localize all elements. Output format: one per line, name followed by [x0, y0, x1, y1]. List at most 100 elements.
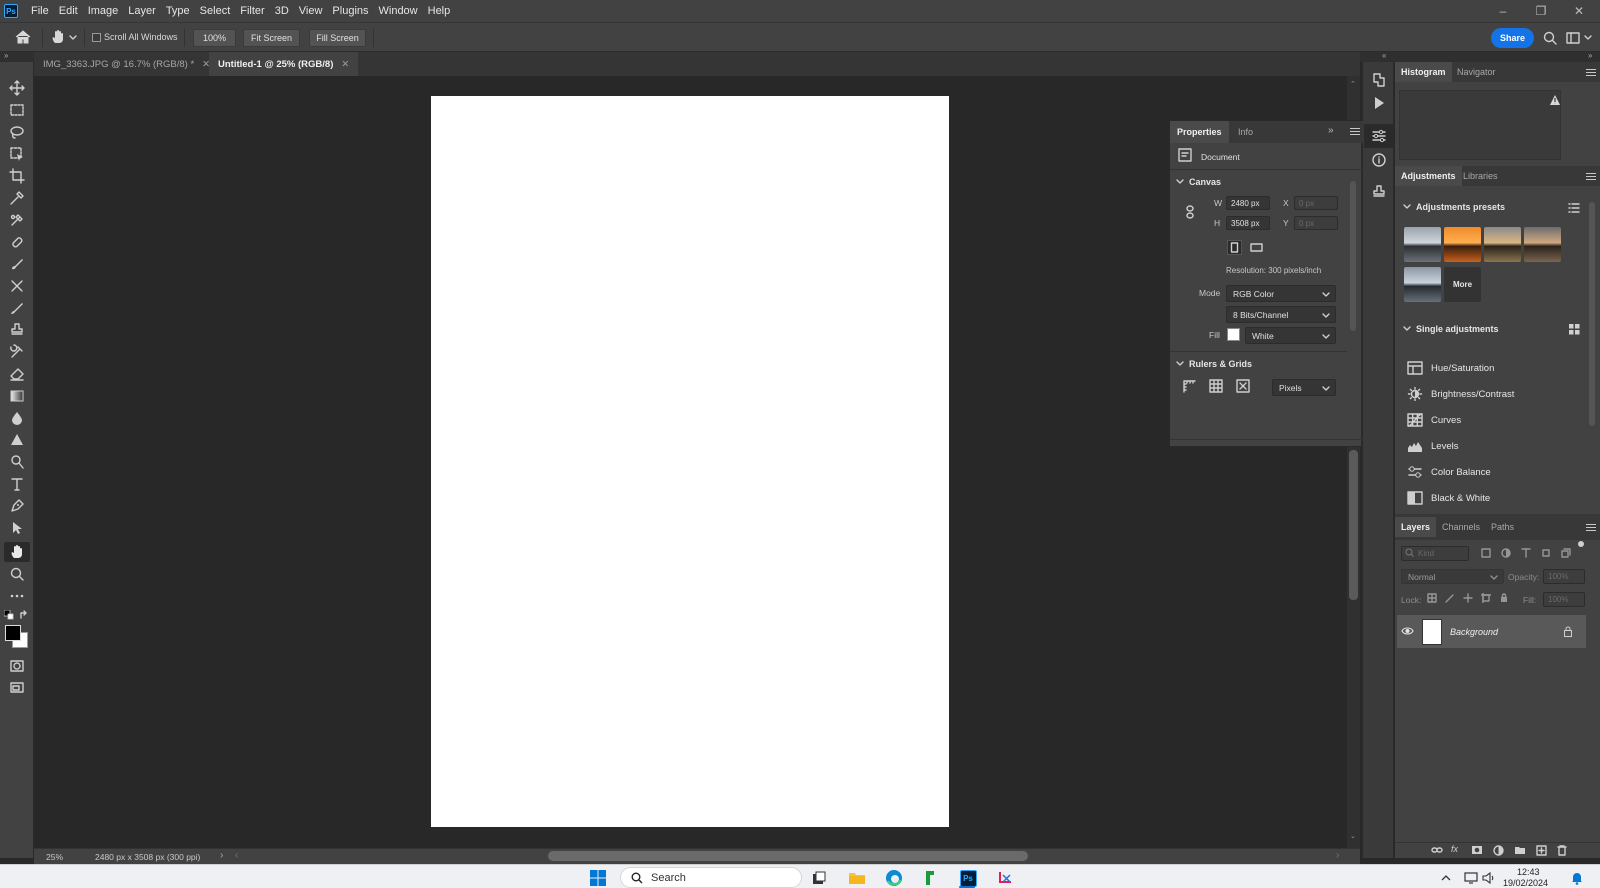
layer-visibility-icon[interactable]	[1401, 626, 1414, 636]
color-mode-select[interactable]: RGB Color	[1226, 285, 1336, 302]
brush-tool-icon[interactable]	[4, 254, 30, 274]
default-colors-icon[interactable]	[4, 610, 14, 620]
delete-layer-icon[interactable]	[1557, 845, 1567, 856]
grid-icon[interactable]	[1209, 379, 1223, 393]
minimize-icon[interactable]: –	[1484, 0, 1522, 22]
warning-icon[interactable]	[1549, 94, 1561, 106]
menu-3d[interactable]: 3D	[270, 0, 294, 22]
notifications-icon[interactable]	[1567, 868, 1587, 888]
scroll-all-windows-checkbox[interactable]	[92, 33, 101, 42]
menu-edit[interactable]: Edit	[54, 0, 83, 22]
tab-layers[interactable]: Layers	[1395, 517, 1437, 537]
collapse-dock-icon[interactable]: »	[1588, 51, 1592, 60]
gradient-tool-icon[interactable]	[4, 386, 30, 406]
zoom-100-button[interactable]: 100%	[193, 29, 236, 47]
lock-pixels-icon[interactable]	[1445, 593, 1455, 603]
actions-panel-icon[interactable]	[1371, 95, 1387, 111]
task-view-icon[interactable]	[809, 868, 829, 888]
menu-file[interactable]: File	[26, 0, 54, 22]
history-panel-icon[interactable]	[1371, 72, 1387, 88]
edge-browser-icon[interactable]	[884, 868, 904, 888]
filter-toggle-icon[interactable]	[1578, 541, 1584, 547]
file-explorer-icon[interactable]	[847, 868, 867, 888]
restore-icon[interactable]: ❐	[1522, 0, 1560, 22]
filter-adjustment-icon[interactable]	[1501, 548, 1511, 558]
screen-mode-icon[interactable]	[4, 678, 30, 698]
canvas-width-input[interactable]: 2480 px	[1226, 196, 1270, 210]
tab-img-3363[interactable]: IMG_3363.JPG @ 16.7% (RGB/8) * ✕	[34, 52, 219, 76]
preset-thumb-2[interactable]	[1444, 227, 1481, 262]
history-brush-icon[interactable]	[4, 342, 30, 362]
add-mask-icon[interactable]	[1471, 845, 1483, 855]
opacity-input[interactable]: 100%	[1543, 569, 1585, 584]
blend-mode-select[interactable]: Normal	[1401, 569, 1504, 584]
canvas-section-header[interactable]: Canvas	[1176, 177, 1221, 187]
healing-brush-icon[interactable]	[4, 232, 30, 252]
properties-scroll-thumb[interactable]	[1350, 181, 1356, 331]
landscape-orientation-icon[interactable]	[1249, 240, 1264, 255]
new-layer-icon[interactable]	[1536, 845, 1547, 856]
ruler-icon[interactable]	[1182, 379, 1196, 393]
preset-thumb-3[interactable]	[1484, 227, 1521, 262]
eyedropper-tool-icon[interactable]	[4, 188, 30, 208]
mixer-brush-icon[interactable]	[4, 276, 30, 296]
new-adjustment-layer-icon[interactable]	[1493, 845, 1504, 856]
canvas-x-input[interactable]: 0 px	[1294, 196, 1338, 210]
scroll-left-icon[interactable]: ‹	[235, 850, 238, 861]
ruler-units-select[interactable]: Pixels	[1272, 379, 1336, 396]
tab-navigator[interactable]: Navigator	[1451, 62, 1502, 82]
workspace-icon[interactable]	[1566, 31, 1594, 45]
taskbar-date[interactable]: 19/02/2024	[1503, 878, 1548, 888]
single-adjustments-header[interactable]: Single adjustments	[1403, 324, 1499, 334]
close-tab-icon[interactable]: ✕	[341, 59, 349, 70]
adjustments-scroll-thumb[interactable]	[1589, 202, 1595, 426]
info-panel-icon[interactable]	[1371, 152, 1387, 168]
windows-start-icon[interactable]	[588, 868, 608, 888]
search-icon[interactable]	[1543, 31, 1557, 45]
show-hidden-icons-icon[interactable]	[1436, 868, 1456, 888]
layer-name[interactable]: Background	[1450, 627, 1498, 637]
snipping-tool-icon[interactable]	[995, 868, 1015, 888]
eraser-tool-icon[interactable]	[4, 364, 30, 384]
tab-libraries[interactable]: Libraries	[1457, 166, 1504, 186]
move-tool-icon[interactable]	[4, 78, 30, 98]
type-tool-icon[interactable]	[4, 474, 30, 494]
presets-more-button[interactable]: More	[1444, 267, 1481, 302]
portrait-orientation-icon[interactable]	[1227, 240, 1242, 255]
lasso-tool-icon[interactable]	[4, 122, 30, 142]
filter-smart-object-icon[interactable]	[1561, 548, 1571, 558]
filter-pixel-icon[interactable]	[1481, 548, 1491, 558]
adjustment-brightness-contrast[interactable]: Brightness/Contrast	[1407, 384, 1514, 404]
quick-mask-icon[interactable]	[4, 656, 30, 676]
layer-effects-icon[interactable]: fx	[1451, 844, 1458, 854]
link-layers-icon[interactable]	[1431, 845, 1443, 855]
crop-tool-icon[interactable]	[4, 166, 30, 186]
taskbar-time[interactable]: 12:43	[1517, 867, 1540, 877]
tab-properties[interactable]: Properties	[1170, 121, 1229, 143]
tab-paths[interactable]: Paths	[1485, 517, 1520, 537]
new-group-icon[interactable]	[1514, 845, 1526, 855]
status-menu-arrow-icon[interactable]: ›	[220, 850, 223, 861]
layers-menu-icon[interactable]	[1586, 524, 1596, 533]
scroll-up-icon[interactable]: ⌃	[1350, 80, 1356, 88]
lock-all-icon[interactable]	[1499, 593, 1509, 603]
collapse-icon-column-icon[interactable]: «	[1382, 51, 1386, 60]
layer-fill-input[interactable]: 100%	[1543, 592, 1585, 607]
lock-transparent-icon[interactable]	[1427, 593, 1437, 603]
green-app-icon[interactable]	[920, 868, 940, 888]
tab-untitled-1[interactable]: Untitled-1 @ 25% (RGB/8) ✕	[209, 52, 359, 76]
lock-position-icon[interactable]	[1463, 593, 1473, 603]
adjustments-grid-view-icon[interactable]	[1569, 324, 1580, 335]
guides-icon[interactable]	[1236, 379, 1250, 393]
menu-window[interactable]: Window	[374, 0, 423, 22]
document-canvas[interactable]	[431, 96, 949, 827]
adjustment-curves[interactable]: Curves	[1407, 410, 1461, 430]
pen-tool-icon[interactable]	[4, 452, 30, 472]
adjustments-menu-icon[interactable]	[1586, 173, 1596, 182]
volume-icon[interactable]	[1479, 868, 1499, 888]
panel-menu-icon[interactable]	[1350, 128, 1360, 137]
zoom-level[interactable]: 25%	[46, 852, 63, 862]
tab-channels[interactable]: Channels	[1436, 517, 1486, 537]
clone-source-panel-icon[interactable]	[1371, 184, 1387, 200]
horizontal-scroll-thumb[interactable]	[548, 851, 1028, 861]
